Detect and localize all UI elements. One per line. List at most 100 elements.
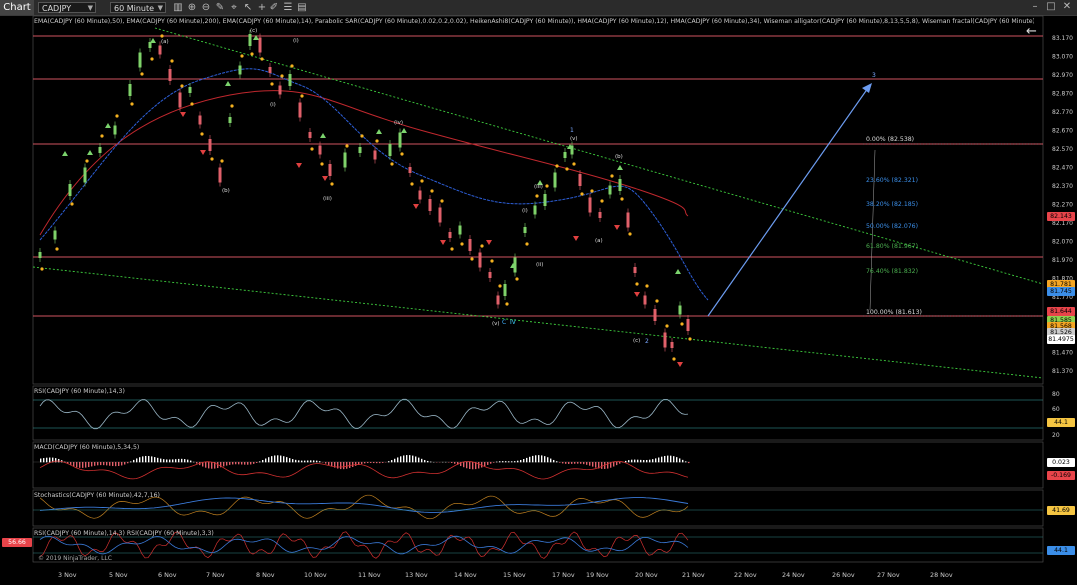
sar-dot [610, 174, 614, 178]
macd-bar [286, 457, 288, 463]
sar-dot [230, 104, 234, 108]
sar-dot [290, 64, 294, 68]
macd-bar [289, 458, 291, 463]
price-chart[interactable]: (a) (b) (c) (i) (i) (iii) (iv) (v) C IV … [0, 0, 1077, 585]
macd-bar [175, 459, 177, 463]
sar-dot [115, 114, 119, 118]
macd-bar [178, 458, 180, 463]
macd-bar [505, 461, 507, 463]
macd-bar [532, 455, 534, 463]
macd-bar [376, 462, 378, 464]
macd-bar [391, 460, 393, 463]
time-tick: 8 Nov [256, 571, 275, 579]
time-tick: 24 Nov [782, 571, 805, 579]
macd-bar [301, 460, 303, 463]
macd-bar [91, 462, 93, 467]
price-tick: 82.870 [1052, 91, 1073, 98]
macd-bar [106, 462, 108, 466]
sar-dot [40, 267, 44, 271]
rsi-tick-80: 80 [1052, 391, 1060, 398]
rsi-panel-label: RSI(CADJPY (60 Minute),14,3) [34, 388, 125, 395]
price-tick: 81.970 [1052, 257, 1073, 264]
wave-label-2: 2 [645, 338, 649, 345]
rsi2-value-badge: 44.1 [1047, 546, 1075, 555]
wave-label-a: (a) [161, 39, 169, 45]
macd-bar [55, 458, 57, 463]
sar-dot [498, 284, 502, 288]
sar-dot [55, 247, 59, 251]
macd-bar [238, 462, 240, 465]
sar-dot [170, 59, 174, 63]
wave-label-a2: (a) [595, 238, 603, 244]
macd-bar [547, 457, 549, 463]
macd-bar [379, 462, 381, 464]
price-badge: 81.745 [1047, 287, 1075, 296]
macd-bar [157, 457, 159, 463]
sar-dot [100, 134, 104, 138]
macd-bar [370, 462, 372, 463]
price-badge: 81.644 [1047, 307, 1075, 316]
macd-bar [283, 456, 285, 463]
macd-bar [427, 460, 429, 463]
macd-bar [349, 462, 351, 469]
macd-bar [304, 460, 306, 463]
macd-bar [490, 462, 492, 464]
macd-bar [487, 462, 489, 465]
macd-bar [517, 460, 519, 463]
macd-bar [148, 456, 150, 463]
time-tick: 20 Nov [635, 571, 658, 579]
sar-dot [330, 182, 334, 186]
macd-bar [223, 462, 225, 467]
sar-dot [310, 147, 314, 151]
copyright: © 2019 NinjaTrader, LLC [38, 555, 112, 562]
sar-dot [680, 322, 684, 326]
price-tick: 82.170 [1052, 220, 1073, 227]
sar-dot [130, 102, 134, 106]
time-tick: 15 Nov [503, 571, 526, 579]
macd-bar [250, 462, 252, 465]
macd-bar [43, 458, 45, 463]
macd-bar [280, 455, 282, 463]
macd-bar [655, 458, 657, 463]
macd-bar [520, 459, 522, 463]
macd-bar [544, 456, 546, 463]
macd-bar [154, 457, 156, 463]
sar-dot [450, 247, 454, 251]
macd-bar [190, 460, 192, 463]
macd-bar [163, 459, 165, 463]
fib-label-76: 76.40% (81.832) [866, 268, 918, 275]
price-tick: 82.270 [1052, 202, 1073, 209]
price-tick: 81.370 [1052, 368, 1073, 375]
macd-bar [583, 462, 585, 465]
sar-dot [250, 52, 254, 56]
sar-dot [300, 94, 304, 98]
macd-bar [73, 462, 75, 467]
macd-bar [103, 462, 105, 466]
sar-dot [545, 184, 549, 188]
macd-bar [133, 459, 135, 463]
macd-bar [568, 462, 570, 464]
sar-dot [150, 57, 154, 61]
macd-bar [514, 461, 516, 463]
macd-bar [601, 462, 603, 469]
macd-bar [367, 462, 369, 464]
macd-bar [352, 462, 354, 468]
macd-bar [538, 455, 540, 463]
macd-bar [541, 455, 543, 463]
sar-dot [555, 164, 559, 168]
macd-bar [94, 462, 96, 466]
macd-bar [562, 462, 564, 464]
price-badge: 82.143 [1047, 212, 1075, 221]
macd-bar [667, 455, 669, 463]
macd-bar [577, 462, 579, 464]
macd-bar [253, 462, 255, 464]
rsi-tick-60: 60 [1052, 406, 1060, 413]
macd-bar [688, 462, 690, 464]
macd-bar [595, 462, 597, 468]
sar-dot [420, 179, 424, 183]
macd-bar [652, 459, 654, 463]
macd-bar [79, 462, 81, 468]
sar-dot [280, 74, 284, 78]
sar-dot [580, 192, 584, 196]
macd-value-badge: 0.023 [1047, 458, 1075, 467]
